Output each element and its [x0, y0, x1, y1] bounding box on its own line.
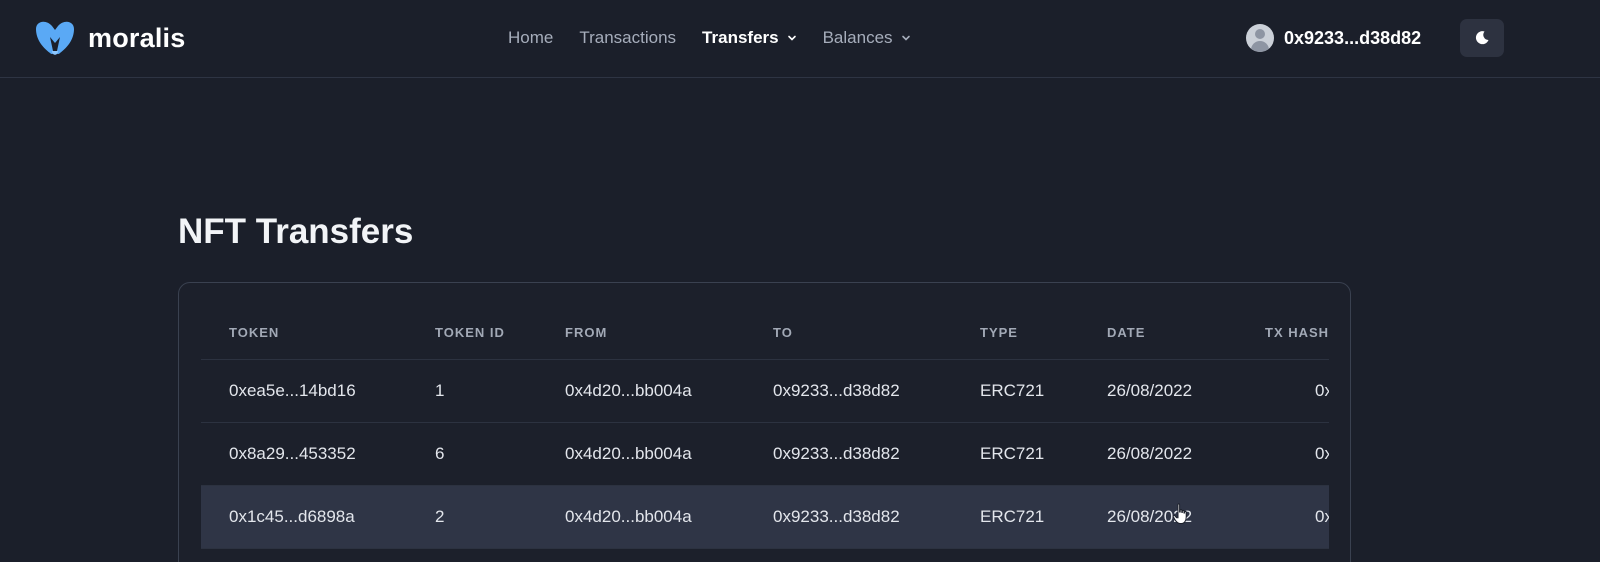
- cell-token-id: 1: [407, 359, 537, 423]
- nav-home[interactable]: Home: [508, 28, 553, 48]
- cell-from[interactable]: 0x4d20...bb004a: [537, 359, 745, 423]
- hand-pointer-cursor-icon: [1172, 503, 1187, 524]
- moon-icon: [1475, 31, 1489, 45]
- table-row[interactable]: 0x8a29...453352 6 0x4d20...bb004a 0x9233…: [201, 422, 1329, 486]
- cell-to[interactable]: 0x9233...d38d82: [745, 422, 952, 486]
- cell-date: 26/08/2022: [1079, 485, 1237, 549]
- user-avatar-icon: [1246, 24, 1274, 52]
- column-header-token-id[interactable]: TOKEN ID: [407, 307, 537, 360]
- column-header-to[interactable]: TO: [745, 307, 952, 360]
- column-header-token[interactable]: TOKEN: [201, 307, 407, 360]
- cell-date: 26/08/2022: [1079, 422, 1237, 486]
- chevron-down-icon: [901, 35, 910, 41]
- table-header-row: TOKEN TOKEN ID FROM TO TYPE DATE TX HASH: [201, 307, 1329, 360]
- cell-from[interactable]: 0x4d20...bb004a: [537, 485, 745, 549]
- table-scroll-area[interactable]: TOKEN TOKEN ID FROM TO TYPE DATE TX HASH…: [201, 307, 1329, 562]
- nav-balances-label: Balances: [822, 28, 893, 47]
- theme-toggle-button[interactable]: [1460, 19, 1504, 57]
- main-nav: Home Transactions Transfers Balances: [508, 28, 911, 48]
- moralis-logo-icon: [36, 21, 74, 55]
- nav-transactions-label: Transactions: [579, 28, 677, 47]
- cell-from[interactable]: 0x4d20...bb004a: [537, 422, 745, 486]
- nav-transfers-label: Transfers: [702, 28, 779, 47]
- cell-type: ERC721: [952, 485, 1079, 549]
- nft-transfers-table: TOKEN TOKEN ID FROM TO TYPE DATE TX HASH…: [201, 307, 1329, 549]
- cell-tx-hash[interactable]: 0x...e9: [1237, 359, 1329, 423]
- table-row[interactable]: 0xea5e...14bd16 1 0x4d20...bb004a 0x9233…: [201, 359, 1329, 423]
- nav-transfers-dropdown[interactable]: Transfers: [702, 28, 797, 48]
- cell-tx-hash[interactable]: 0x...5c: [1237, 485, 1329, 549]
- column-header-date[interactable]: DATE: [1079, 307, 1237, 360]
- column-header-type[interactable]: TYPE: [952, 307, 1079, 360]
- cell-type: ERC721: [952, 359, 1079, 423]
- account-address: 0x9233...d38d82: [1284, 27, 1422, 48]
- cell-token[interactable]: 0x1c45...d6898a: [201, 485, 407, 549]
- column-header-from[interactable]: FROM: [537, 307, 745, 360]
- cell-token[interactable]: 0xea5e...14bd16: [201, 359, 407, 423]
- cell-tx-hash[interactable]: 0x...7: [1237, 422, 1329, 486]
- cell-date: 26/08/2022: [1079, 359, 1237, 423]
- page-title: NFT Transfers: [178, 212, 414, 251]
- column-header-tx-hash[interactable]: TX HASH: [1237, 307, 1329, 360]
- cell-token[interactable]: 0x8a29...453352: [201, 422, 407, 486]
- chevron-down-icon: [787, 35, 796, 41]
- nav-balances-dropdown[interactable]: Balances: [823, 28, 911, 48]
- cell-token-id: 6: [407, 422, 537, 486]
- nav-transactions[interactable]: Transactions: [579, 28, 676, 48]
- top-navbar: moralis Home Transactions Transfers Bala…: [0, 0, 1600, 78]
- cell-to[interactable]: 0x9233...d38d82: [745, 485, 952, 549]
- account-button[interactable]: 0x9233...d38d82: [1246, 24, 1421, 52]
- cell-to[interactable]: 0x9233...d38d82: [745, 359, 952, 423]
- cell-type: ERC721: [952, 422, 1079, 486]
- moralis-logo[interactable]: moralis: [30, 17, 185, 59]
- brand-name: moralis: [88, 22, 186, 53]
- nav-home-label: Home: [508, 28, 554, 47]
- table-row[interactable]: 0x1c45...d6898a 2 0x4d20...bb004a 0x9233…: [201, 485, 1329, 549]
- cell-token-id: 2: [407, 485, 537, 549]
